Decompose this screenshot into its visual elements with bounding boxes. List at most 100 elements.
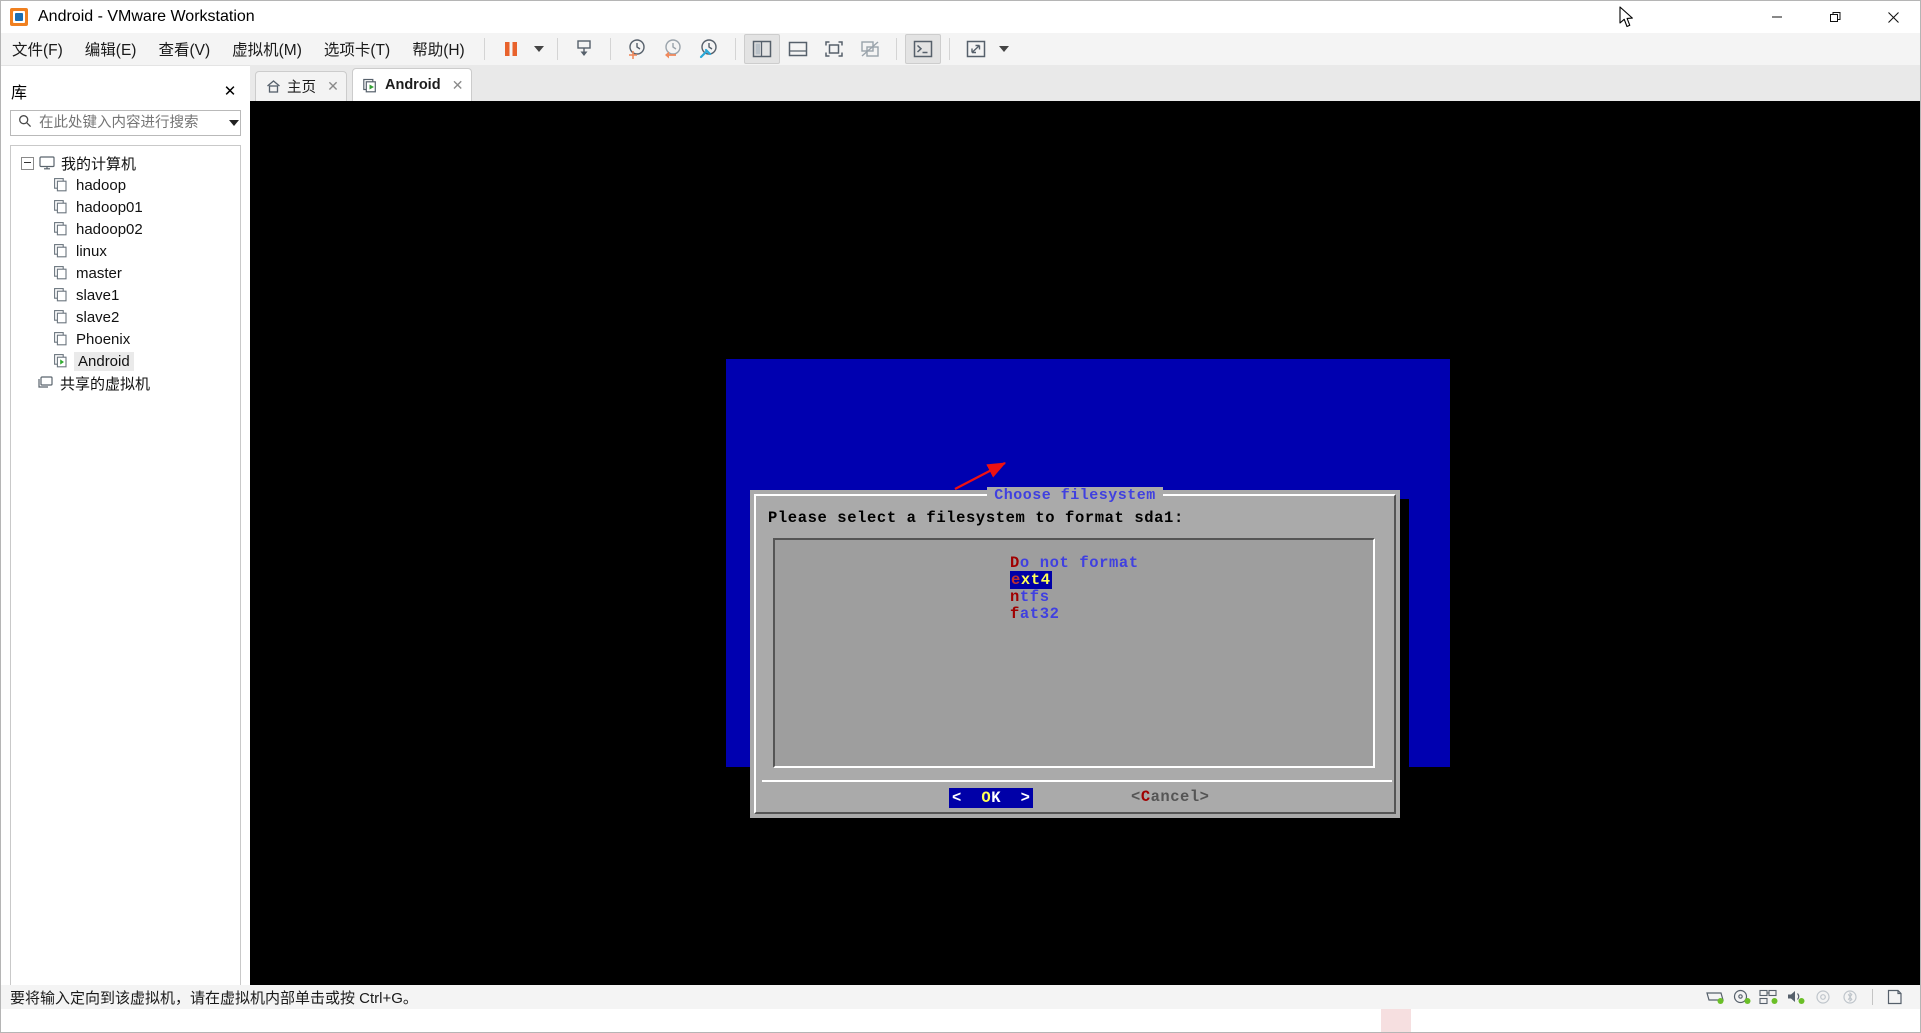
status-message: 要将输入定向到该虚拟机，请在虚拟机内部单击或按 Ctrl+G。 — [10, 989, 418, 1007]
filesystem-option-ntfs[interactable]: ntfs — [1010, 588, 1050, 606]
close-button[interactable] — [1864, 1, 1920, 33]
usb-device-icon[interactable] — [1884, 987, 1906, 1007]
library-tree-item-label: master — [76, 264, 122, 282]
menu-view[interactable]: 查看(V) — [147, 34, 221, 64]
show-thumbnail-bar-icon[interactable] — [780, 34, 816, 64]
power-on-icon[interactable] — [566, 34, 602, 64]
snapshot-revert-icon[interactable] — [655, 34, 691, 64]
menu-file[interactable]: 文件(F) — [1, 34, 74, 64]
dialog-button-bar: < OK > <Cancel> — [762, 780, 1392, 812]
menu-edit[interactable]: 编辑(E) — [74, 34, 148, 64]
suspend-dropdown-caret-icon[interactable] — [529, 34, 549, 64]
button-bracket-right: > — [1001, 789, 1031, 807]
taskbar-left — [1, 1009, 1381, 1032]
network-adapter-icon[interactable] — [1758, 987, 1780, 1007]
library-tree-item-slave2[interactable]: slave2 — [11, 306, 240, 328]
menu-vm[interactable]: 虚拟机(M) — [221, 34, 313, 64]
option-hotkey: e — [1011, 571, 1021, 589]
vm-icon — [54, 310, 72, 324]
dialog-prompt: Please select a filesystem to format sda… — [768, 509, 1184, 527]
console-icon[interactable] — [904, 34, 941, 64]
snapshot-manager-icon[interactable] — [691, 34, 727, 64]
library-tree-item-master[interactable]: master — [11, 262, 240, 284]
library-tree-item-hadoop[interactable]: hadoop — [11, 174, 240, 196]
filesystem-option-do-not-format[interactable]: Do not format — [1010, 554, 1139, 572]
window-controls — [1748, 1, 1920, 33]
library-tree-item-slave1[interactable]: slave1 — [11, 284, 240, 306]
tab-android-label: Android — [385, 77, 441, 93]
tree-expander-collapse-icon[interactable] — [21, 156, 34, 170]
toolbar-divider — [556, 38, 558, 60]
library-tree-item-linux[interactable]: linux — [11, 240, 240, 262]
minimize-button[interactable] — [1748, 1, 1806, 33]
vm-icon — [54, 222, 72, 236]
filesystem-option-fat32[interactable]: fat32 — [1010, 605, 1060, 623]
library-search-box[interactable] — [10, 110, 241, 136]
vm-running-icon — [54, 354, 72, 368]
status-bar: 要将输入定向到该虚拟机，请在虚拟机内部单击或按 Ctrl+G。 — [1, 985, 1920, 1009]
bluetooth-icon[interactable] — [1839, 987, 1861, 1007]
cd-dvd-icon[interactable] — [1731, 987, 1753, 1007]
suspend-icon[interactable] — [493, 34, 529, 64]
dialog-frame: Choose filesystem Please select a filesy… — [754, 487, 1396, 814]
tab-home-close-icon[interactable]: ✕ — [326, 78, 340, 95]
library-close-icon[interactable]: ✕ — [221, 82, 239, 100]
library-tree-item-Phoenix[interactable]: Phoenix — [11, 328, 240, 350]
option-hotkey: D — [1010, 554, 1020, 572]
menu-tabs[interactable]: 选项卡(T) — [313, 34, 401, 64]
library-tree-item-我的计算机[interactable]: 我的计算机 — [11, 152, 240, 174]
vm-console-viewport[interactable]: Choose filesystem Please select a filesy… — [250, 101, 1920, 1010]
button-bracket-left: < — [952, 789, 982, 807]
desktop-taskbar — [1, 1009, 1920, 1032]
library-tree-item-label: hadoop — [76, 176, 127, 194]
option-hotkey: n — [1010, 588, 1020, 606]
tab-android[interactable]: Android ✕ — [352, 68, 472, 101]
hard-disk-icon[interactable] — [1704, 987, 1726, 1007]
library-tree-item-共享的虚拟机[interactable]: 共享的虚拟机 — [11, 372, 240, 394]
ok-button[interactable]: < OK > — [949, 788, 1034, 808]
option-label: xt4 — [1020, 571, 1051, 589]
toolbar-divider — [609, 38, 611, 60]
stretch-dropdown-caret-icon[interactable] — [994, 34, 1014, 64]
option-label: o not format — [1019, 554, 1139, 572]
cancel-button[interactable]: <Cancel> — [1131, 788, 1209, 806]
library-tree-item-label: slave1 — [76, 286, 120, 304]
library-tree-item-hadoop01[interactable]: hadoop01 — [11, 196, 240, 218]
title-bar: Android - VMware Workstation — [1, 1, 1920, 33]
snapshot-take-icon[interactable] — [619, 34, 655, 64]
library-tree-item-hadoop02[interactable]: hadoop02 — [11, 218, 240, 240]
button-bracket-right: > — [1199, 788, 1210, 806]
stretch-guest-icon[interactable] — [958, 34, 994, 64]
button-bracket-left: < — [1131, 788, 1141, 806]
library-tree-item-Android[interactable]: Android — [11, 350, 240, 372]
library-header: 库 ✕ — [2, 74, 249, 108]
filesystem-option-ext4[interactable]: ext4 — [1010, 571, 1052, 589]
status-divider — [1872, 989, 1873, 1005]
full-screen-icon[interactable] — [816, 34, 852, 64]
taskbar-right — [1411, 1009, 1920, 1032]
library-tree-item-label: Phoenix — [76, 330, 131, 348]
filesystem-listbox[interactable]: Do not format ext4 ntfs fat32 — [773, 538, 1375, 768]
vm-icon — [54, 332, 72, 346]
vm-running-icon — [363, 78, 379, 93]
sound-card-icon[interactable] — [1785, 987, 1807, 1007]
maximize-button[interactable] — [1806, 1, 1864, 33]
tab-android-close-icon[interactable]: ✕ — [451, 77, 465, 94]
vm-icon — [54, 266, 72, 280]
unity-mode-icon[interactable] — [852, 34, 888, 64]
status-device-icons — [1704, 987, 1906, 1007]
tab-home[interactable]: 主页 ✕ — [255, 71, 347, 101]
tab-strip: 主页 ✕ Android ✕ — [250, 65, 1920, 101]
search-dropdown-chevron-down-icon[interactable] — [228, 120, 240, 126]
search-input[interactable] — [32, 114, 228, 132]
library-panel: 库 ✕ 我的计算机 hadoop hadoop01 hadoop02 linux mast… — [2, 74, 249, 1010]
home-icon — [266, 79, 281, 94]
show-library-icon[interactable] — [743, 34, 780, 64]
my-computer-icon — [39, 156, 57, 170]
menu-bar: 文件(F) 编辑(E) 查看(V) 虚拟机(M) 选项卡(T) 帮助(H) — [1, 33, 1920, 66]
vm-icon — [54, 244, 72, 258]
vm-icon — [54, 200, 72, 214]
menu-help[interactable]: 帮助(H) — [401, 34, 476, 64]
printer-icon[interactable] — [1812, 987, 1834, 1007]
vmware-logo-icon — [9, 7, 29, 27]
